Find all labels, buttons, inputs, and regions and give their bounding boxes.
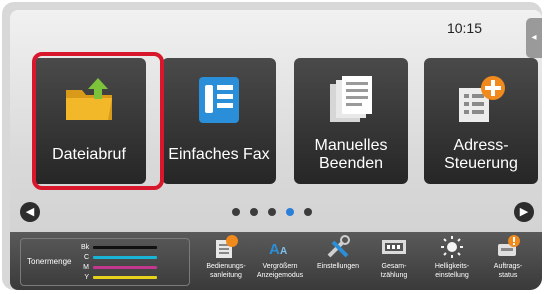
settings-tools-icon [327, 235, 350, 258]
toner-row-y: Y [81, 273, 157, 281]
toner-bar-bk [93, 245, 157, 249]
toner-label: Tonermenge [27, 257, 72, 266]
page-dot-1[interactable] [232, 208, 240, 216]
documents-icon [330, 76, 372, 122]
prev-page-button[interactable]: ◀ [20, 202, 40, 222]
job-status-icon [498, 235, 520, 256]
bottom-bar: Tonermenge Bk C M Y Bedienungs- sanleitu… [10, 232, 542, 290]
tile-einfaches-fax[interactable]: Einfaches Fax [162, 58, 276, 184]
shortcut-bedienungsanleitung[interactable]: Bedienungs- sanleitung [198, 234, 254, 290]
page-dot-4[interactable] [286, 208, 294, 216]
printer-panel: 10:15 ◂ Dateiabruf Einfaches Fax Manuell… [2, 2, 542, 290]
page-indicator [232, 208, 312, 216]
side-panel-tab[interactable]: ◂ [526, 18, 542, 58]
tile-adress-steuerung[interactable]: Adress-Steuerung [424, 58, 538, 184]
toner-bar-m [93, 265, 157, 269]
shortcut-gesamtzaehlung[interactable]: Gesam- tzählung [366, 234, 422, 290]
clock: 10:15 [446, 20, 482, 36]
shortcut-helligkeit[interactable]: Helligkeits- einstellung [424, 234, 480, 290]
toner-bar-c [93, 255, 157, 259]
touch-screen: 10:15 ◂ Dateiabruf Einfaches Fax Manuell… [10, 10, 542, 290]
svg-text:A: A [269, 241, 280, 258]
toner-row-c: C [81, 253, 157, 261]
next-page-button[interactable]: ▶ [514, 202, 534, 222]
shortcut-auftragsstatus[interactable]: Auftrags- status [480, 234, 536, 290]
shortcut-einstellungen[interactable]: Einstellungen [310, 234, 366, 290]
tile-manuelles-beenden[interactable]: Manuelles Beenden [294, 58, 408, 184]
zoom-display-icon: A A [269, 241, 287, 258]
toner-bar-y [93, 275, 157, 279]
page-dot-5[interactable] [304, 208, 312, 216]
selection-highlight [32, 52, 164, 190]
toner-row-m: M [81, 263, 157, 271]
page-dot-2[interactable] [250, 208, 258, 216]
toner-row-bk: Bk [81, 243, 157, 251]
shortcut-vergroessern[interactable]: A A Vergrößern Anzeigemodus [252, 234, 308, 290]
manual-icon [216, 235, 238, 258]
counter-icon [382, 240, 406, 254]
toner-level-panel[interactable]: Tonermenge Bk C M Y [20, 238, 190, 286]
brightness-icon [441, 236, 463, 258]
svg-text:A: A [280, 246, 287, 257]
page-dot-3[interactable] [268, 208, 276, 216]
fax-icon [199, 77, 239, 123]
address-add-icon [459, 76, 505, 122]
